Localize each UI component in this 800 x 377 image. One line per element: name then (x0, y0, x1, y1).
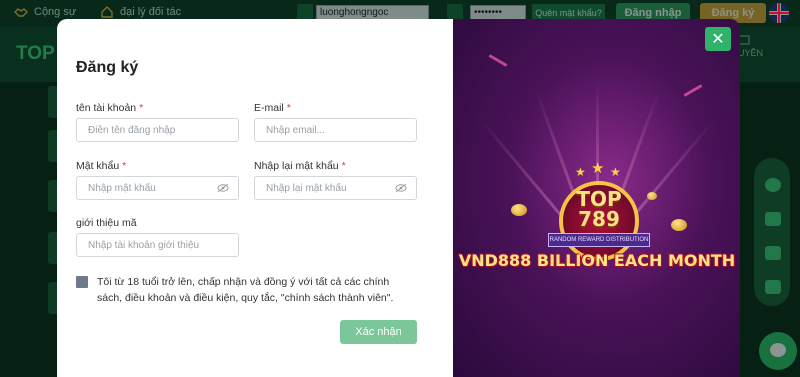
star-icon: ★ (610, 165, 621, 179)
spark (488, 54, 508, 67)
coin-icon (671, 219, 687, 231)
modal-title: Đăng ký (76, 59, 139, 76)
eye-off-icon[interactable] (217, 183, 229, 193)
terms-checkbox[interactable] (76, 276, 88, 288)
close-button[interactable]: ✕ (705, 27, 731, 51)
account-label: tên tài khoản * (76, 102, 144, 114)
coin-icon (511, 204, 527, 216)
promo-ribbon: RANDOM REWARD DISTRIBUTION (548, 233, 650, 247)
password-confirm-field[interactable] (254, 176, 417, 200)
register-modal: Đăng ký tên tài khoản * E-mail * Mật khẩ… (57, 19, 740, 377)
star-icon: ★ (591, 160, 605, 177)
promo-headline: VND888 BILLION EACH MONTH (458, 251, 736, 270)
coin-icon (647, 192, 657, 200)
password-label: Mật khẩu * (76, 160, 127, 172)
spark (683, 84, 703, 97)
email-input[interactable] (254, 118, 417, 142)
star-icon: ★ (575, 165, 586, 179)
password-field[interactable] (76, 176, 239, 200)
password-confirm-label: Nhập lại mật khẩu * (254, 160, 346, 172)
promo-badge-text: TOP 789 (576, 187, 622, 231)
terms-text: Tôi từ 18 tuổi trở lên, chấp nhận và đồn… (97, 276, 394, 304)
confirm-button[interactable]: Xác nhận (340, 320, 417, 344)
eye-off-icon[interactable] (395, 183, 407, 193)
referral-input[interactable] (76, 233, 239, 257)
register-form: Đăng ký tên tài khoản * E-mail * Mật khẩ… (57, 19, 453, 377)
referral-label: giới thiệu mã (76, 217, 137, 229)
account-input[interactable] (76, 118, 239, 142)
email-label: E-mail * (254, 102, 291, 114)
promo-banner: TOP 789 ★ ★ ★ RANDOM REWARD DISTRIBUTION… (453, 19, 740, 377)
